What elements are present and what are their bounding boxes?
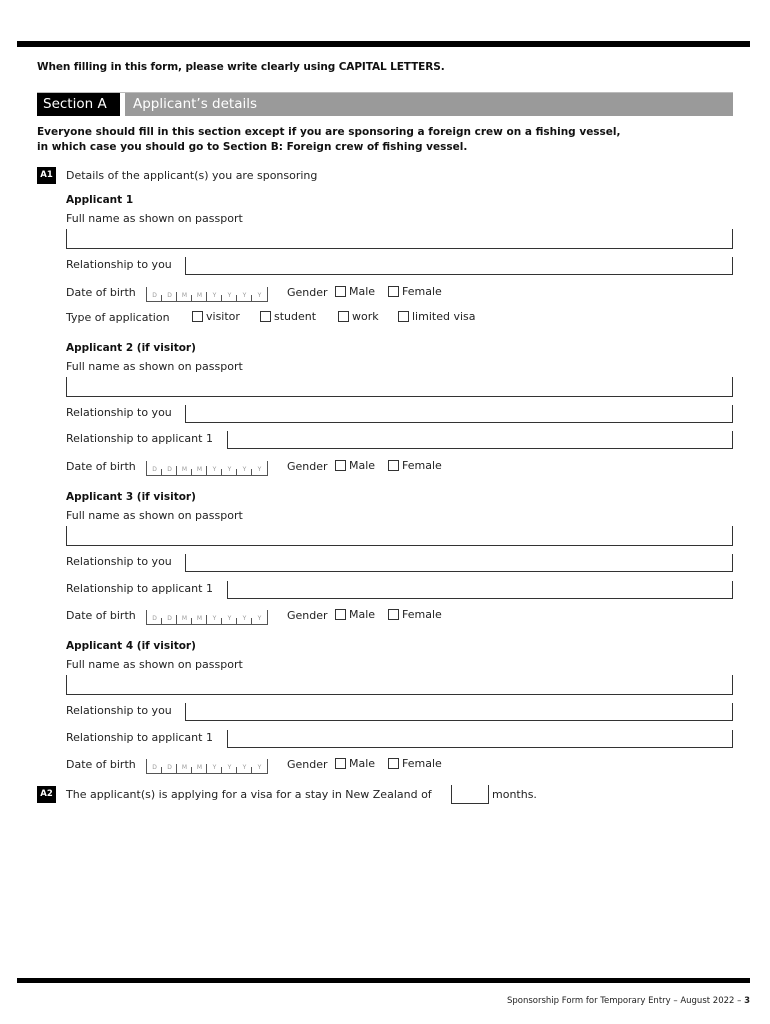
gender-female-checkbox[interactable]: Female <box>388 608 442 621</box>
relationship-to-you-label: Relationship to you <box>66 704 172 717</box>
applicant-heading: Applicant 4 (if visitor) <box>66 640 196 652</box>
dob-field[interactable]: DDMMYYYY <box>146 759 268 774</box>
type-visitor-checkbox[interactable]: visitor <box>192 310 240 323</box>
full-name-label: Full name as shown on passport <box>66 360 243 373</box>
dob-field[interactable]: DDMMYYYY <box>146 610 268 625</box>
checkbox-icon[interactable] <box>335 609 346 620</box>
gender-female-checkbox[interactable]: Female <box>388 285 442 298</box>
checkbox-icon[interactable] <box>388 460 399 471</box>
section-header: Section A Applicant’s details <box>37 92 733 116</box>
page-footer: Sponsorship Form for Temporary Entry – A… <box>507 996 750 1006</box>
relationship-to-you-field[interactable] <box>185 257 733 275</box>
checkbox-icon[interactable] <box>192 311 203 322</box>
bottom-rule <box>17 978 750 983</box>
type-student-checkbox[interactable]: student <box>260 310 316 323</box>
gender-male-checkbox[interactable]: Male <box>335 459 375 472</box>
checkbox-icon[interactable] <box>388 758 399 769</box>
dob-label: Date of birth <box>66 758 136 771</box>
relationship-to-you-label: Relationship to you <box>66 258 172 271</box>
type-of-application-label: Type of application <box>66 311 170 324</box>
full-name-field[interactable] <box>66 229 733 249</box>
type-limited-visa-checkbox[interactable]: limited visa <box>398 310 475 323</box>
gender-male-checkbox[interactable]: Male <box>335 285 375 298</box>
checkbox-icon[interactable] <box>260 311 271 322</box>
question-text-a1: Details of the applicant(s) you are spon… <box>66 169 318 182</box>
gender-male-checkbox[interactable]: Male <box>335 608 375 621</box>
question-badge-a2: A2 <box>37 786 56 803</box>
relationship-to-applicant1-field[interactable] <box>227 581 733 599</box>
question-badge-a1: A1 <box>37 167 56 184</box>
dob-label: Date of birth <box>66 460 136 473</box>
relationship-to-applicant1-field[interactable] <box>227 431 733 449</box>
gender-label: Gender <box>287 758 328 771</box>
applicant-heading: Applicant 1 <box>66 194 134 206</box>
full-name-field[interactable] <box>66 377 733 397</box>
section-note: Everyone should fill in this section exc… <box>37 126 621 153</box>
gender-label: Gender <box>287 609 328 622</box>
checkbox-icon[interactable] <box>335 286 346 297</box>
full-name-label: Full name as shown on passport <box>66 658 243 671</box>
checkbox-icon[interactable] <box>388 286 399 297</box>
checkbox-icon[interactable] <box>335 758 346 769</box>
full-name-field[interactable] <box>66 675 733 695</box>
checkbox-icon[interactable] <box>388 609 399 620</box>
relationship-to-you-field[interactable] <box>185 703 733 721</box>
gender-male-checkbox[interactable]: Male <box>335 757 375 770</box>
dob-label: Date of birth <box>66 286 136 299</box>
full-name-field[interactable] <box>66 526 733 546</box>
applicant-heading: Applicant 2 (if visitor) <box>66 342 196 354</box>
relationship-to-you-field[interactable] <box>185 554 733 572</box>
dob-field[interactable]: DDMMYYYY <box>146 287 268 302</box>
question-text-a2: The applicant(s) is applying for a visa … <box>66 788 432 801</box>
gender-female-checkbox[interactable]: Female <box>388 459 442 472</box>
relationship-to-applicant1-label: Relationship to applicant 1 <box>66 432 213 445</box>
relationship-to-you-field[interactable] <box>185 405 733 423</box>
page-number: 3 <box>744 996 750 1006</box>
months-field[interactable] <box>451 785 489 804</box>
relationship-to-applicant1-field[interactable] <box>227 730 733 748</box>
section-label: Section A <box>37 93 120 116</box>
top-rule <box>17 41 750 47</box>
checkbox-icon[interactable] <box>338 311 349 322</box>
dob-label: Date of birth <box>66 609 136 622</box>
full-name-label: Full name as shown on passport <box>66 509 243 522</box>
dob-field[interactable]: DDMMYYYY <box>146 461 268 476</box>
gender-label: Gender <box>287 460 328 473</box>
relationship-to-you-label: Relationship to you <box>66 406 172 419</box>
gender-label: Gender <box>287 286 328 299</box>
applicant-heading: Applicant 3 (if visitor) <box>66 491 196 503</box>
months-label: months. <box>492 788 537 801</box>
intro-instruction: When filling in this form, please write … <box>37 61 445 73</box>
relationship-to-you-label: Relationship to you <box>66 555 172 568</box>
full-name-label: Full name as shown on passport <box>66 212 243 225</box>
relationship-to-applicant1-label: Relationship to applicant 1 <box>66 582 213 595</box>
gender-female-checkbox[interactable]: Female <box>388 757 442 770</box>
section-title: Applicant’s details <box>125 93 733 116</box>
checkbox-icon[interactable] <box>335 460 346 471</box>
type-work-checkbox[interactable]: work <box>338 310 379 323</box>
relationship-to-applicant1-label: Relationship to applicant 1 <box>66 731 213 744</box>
checkbox-icon[interactable] <box>398 311 409 322</box>
